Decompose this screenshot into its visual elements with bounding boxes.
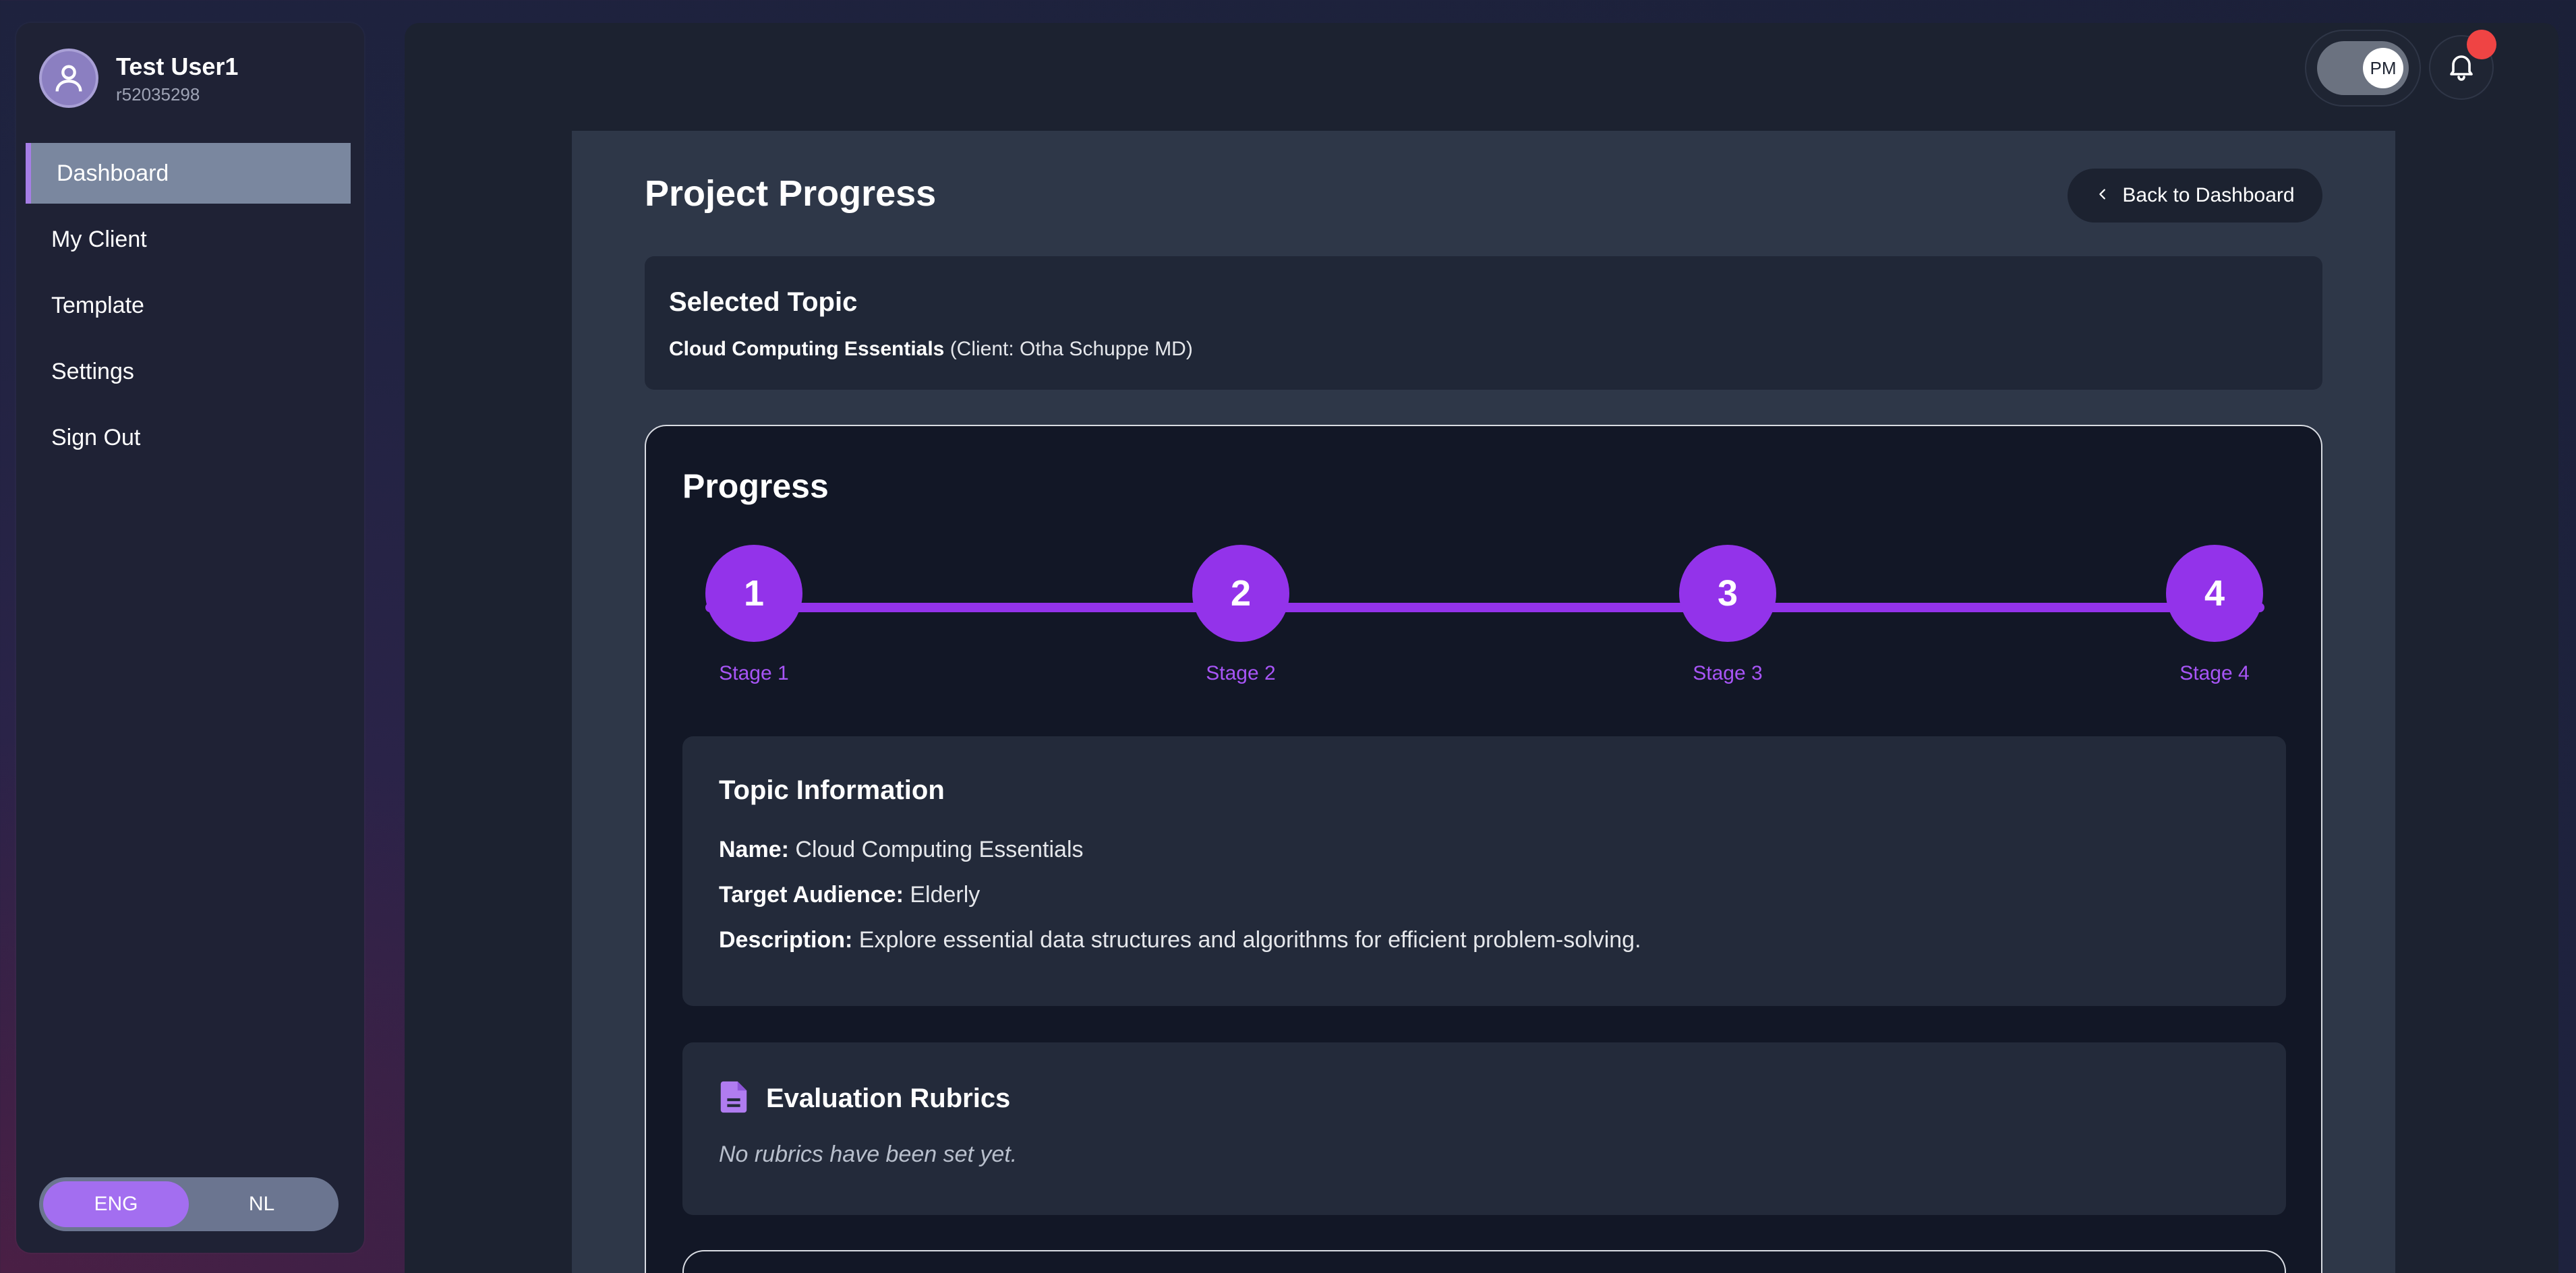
stage-label: Stage 4	[2179, 662, 2250, 684]
page-header: Project Progress Back to Dashboard	[645, 169, 2322, 223]
stage-stepper: 1 Stage 1 2 Stage 2 3 Stage 3 4 Stage 4	[705, 545, 2264, 693]
sidebar-item-template[interactable]: Template	[26, 275, 351, 336]
topic-name-label: Name:	[719, 837, 789, 862]
stage-label: Stage 1	[719, 662, 789, 684]
topic-name-value: Cloud Computing Essentials	[788, 837, 1084, 862]
progress-heading: Progress	[682, 467, 829, 505]
stage-step-1[interactable]: 1 Stage 1	[705, 545, 802, 685]
language-option-nl[interactable]: NL	[189, 1181, 334, 1227]
description-row: Description: Explore essential data stru…	[719, 927, 2250, 953]
role-toggle-knob: PM	[2363, 48, 2403, 88]
sidebar-item-settings[interactable]: Settings	[26, 341, 351, 402]
stage-label: Stage 3	[1693, 662, 1763, 684]
chevron-left-icon	[2095, 184, 2110, 207]
topic-name-row: Name: Cloud Computing Essentials	[719, 837, 2250, 863]
profile-text: Test User1 r52035298	[116, 52, 238, 105]
progress-card: Progress 1 Stage 1 2 Stage 2 3 Stage 3 4…	[645, 425, 2322, 1273]
selected-topic-line: Cloud Computing Essentials (Client: Otha…	[669, 338, 2298, 361]
description-value: Explore essential data structures and al…	[852, 927, 1641, 953]
next-section-card	[682, 1250, 2286, 1273]
stage-step-4[interactable]: 4 Stage 4	[2166, 545, 2263, 685]
back-to-dashboard-button[interactable]: Back to Dashboard	[2068, 169, 2322, 223]
language-option-eng[interactable]: ENG	[43, 1181, 189, 1227]
stage-step-2[interactable]: 2 Stage 2	[1192, 545, 1289, 685]
topic-information-card: Topic Information Name: Cloud Computing …	[682, 736, 2286, 1006]
page-title: Project Progress	[645, 173, 937, 214]
sidebar-item-my-client[interactable]: My Client	[26, 209, 351, 270]
user-id: r52035298	[116, 84, 200, 105]
sidebar-item-sign-out[interactable]: Sign Out	[26, 407, 351, 468]
stage-circle: 3	[1679, 545, 1776, 642]
sidebar-nav: Dashboard My Client Template Settings Si…	[26, 143, 351, 473]
stepper-line	[705, 603, 2264, 612]
role-toggle-track: PM	[2317, 41, 2409, 95]
target-audience-value: Elderly	[903, 882, 980, 908]
rubrics-header: Evaluation Rubrics	[719, 1080, 2250, 1117]
sidebar: Test User1 r52035298 Dashboard My Client…	[16, 23, 364, 1253]
stage-circle: 4	[2166, 545, 2263, 642]
notification-badge	[2467, 30, 2496, 59]
target-audience-row: Target Audience: Elderly	[719, 882, 2250, 908]
stage-step-3[interactable]: 3 Stage 3	[1679, 545, 1776, 685]
rubrics-empty-text: No rubrics have been set yet.	[719, 1142, 1018, 1167]
back-to-dashboard-label: Back to Dashboard	[2122, 184, 2295, 206]
project-progress-page: Project Progress Back to Dashboard Selec…	[572, 131, 2395, 1273]
target-audience-label: Target Audience:	[719, 882, 904, 908]
selected-topic-name: Cloud Computing Essentials	[669, 338, 945, 360]
selected-topic-card: Selected Topic Cloud Computing Essential…	[645, 256, 2322, 390]
user-name: Test User1	[116, 52, 239, 80]
sidebar-item-dashboard[interactable]: Dashboard	[26, 143, 351, 204]
role-toggle[interactable]: PM	[2305, 30, 2421, 107]
stage-label: Stage 2	[1206, 662, 1276, 684]
selected-topic-heading: Selected Topic	[669, 287, 858, 317]
user-avatar-icon[interactable]	[39, 49, 98, 108]
evaluation-rubrics-heading: Evaluation Rubrics	[766, 1084, 1011, 1113]
language-toggle: ENG NL	[39, 1177, 339, 1231]
selected-topic-client: (Client: Otha Schuppe MD)	[944, 338, 1193, 360]
stage-circle: 1	[705, 545, 802, 642]
stage-circle: 2	[1192, 545, 1289, 642]
topic-information-heading: Topic Information	[719, 775, 945, 805]
description-label: Description:	[719, 927, 853, 953]
document-icon	[719, 1080, 749, 1117]
user-profile: Test User1 r52035298	[39, 49, 238, 108]
evaluation-rubrics-card: Evaluation Rubrics No rubrics have been …	[682, 1042, 2286, 1215]
